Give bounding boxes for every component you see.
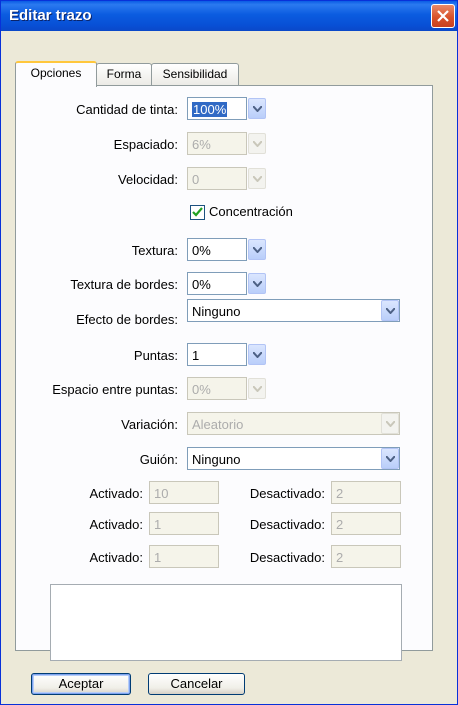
stroke-preview-area — [50, 584, 402, 661]
edge-effect-select[interactable]: Ninguno — [187, 299, 400, 322]
dash-on-field: 10 — [149, 481, 219, 504]
tab-forma[interactable]: Forma — [96, 63, 152, 85]
speed-field: 0 — [187, 167, 247, 190]
edge-texture-dropdown[interactable] — [248, 273, 266, 294]
dash-on-field: 1 — [149, 545, 219, 568]
close-button[interactable] — [431, 4, 455, 28]
dash-off-label: Desactivado: — [249, 550, 325, 565]
concentration-checkbox[interactable] — [190, 205, 205, 220]
ink-amount-dropdown[interactable] — [248, 98, 266, 119]
close-icon — [437, 10, 449, 22]
dash-on-label: Activado: — [89, 517, 143, 532]
tip-spacing-label: Espacio entre puntas: — [52, 382, 178, 397]
edge-texture-label: Textura de bordes: — [70, 277, 178, 292]
tip-spacing-dropdown — [248, 378, 266, 399]
dash-on-label: Activado: — [89, 486, 143, 501]
chevron-down-icon — [253, 176, 262, 182]
dash-off-field: 2 — [331, 481, 401, 504]
dash-select[interactable]: Ninguno — [187, 447, 400, 470]
chevron-down-icon — [253, 247, 262, 253]
chevron-down-icon — [253, 352, 262, 358]
ink-amount-field[interactable]: 100% — [187, 97, 247, 120]
chevron-down-icon — [253, 386, 262, 392]
tip-spacing-field: 0% — [187, 377, 247, 400]
variation-label: Variación: — [121, 417, 178, 432]
dash-off-field: 2 — [331, 545, 401, 568]
window-title: Editar trazo — [9, 7, 92, 24]
accept-button[interactable]: Aceptar — [31, 673, 131, 695]
texture-dropdown[interactable] — [248, 239, 266, 260]
dash-label: Guión: — [139, 452, 178, 467]
texture-field[interactable]: 0% — [187, 238, 247, 261]
variation-dropdown — [381, 413, 399, 434]
concentration-label: Concentración — [209, 204, 293, 219]
spacing-field: 6% — [187, 132, 247, 155]
dash-off-label: Desactivado: — [249, 486, 325, 501]
tips-dropdown[interactable] — [248, 344, 266, 365]
title-bar[interactable]: Editar trazo — [1, 1, 457, 31]
edge-texture-field[interactable]: 0% — [187, 272, 247, 295]
tips-label: Puntas: — [133, 348, 178, 363]
dash-off-label: Desactivado: — [249, 517, 325, 532]
spacing-label: Espaciado: — [113, 137, 178, 152]
chevron-down-icon — [386, 421, 395, 427]
speed-dropdown — [248, 168, 266, 189]
edge-effect-dropdown[interactable] — [381, 300, 399, 321]
dash-on-field: 1 — [149, 512, 219, 535]
chevron-down-icon — [253, 281, 262, 287]
dash-off-field: 2 — [331, 512, 401, 535]
tab-opciones[interactable]: Opciones — [15, 61, 97, 87]
ink-amount-label: Cantidad de tinta: — [76, 102, 178, 117]
chevron-down-icon — [253, 141, 262, 147]
tab-sensibilidad[interactable]: Sensibilidad — [151, 63, 239, 85]
dash-dropdown[interactable] — [381, 448, 399, 469]
chevron-down-icon — [386, 456, 395, 462]
edge-effect-label: Efecto de bordes: — [76, 312, 178, 327]
checkmark-icon — [192, 207, 203, 217]
dash-on-label: Activado: — [89, 550, 143, 565]
spacing-dropdown — [248, 133, 266, 154]
cancel-button[interactable]: Cancelar — [148, 673, 245, 695]
tips-field[interactable]: 1 — [187, 343, 247, 366]
texture-label: Textura: — [131, 243, 178, 258]
dialog-window: Editar trazo Opciones Forma Sensibilidad… — [0, 0, 458, 705]
variation-select: Aleatorio — [187, 412, 400, 435]
chevron-down-icon — [386, 308, 395, 314]
speed-label: Velocidad: — [118, 172, 178, 187]
chevron-down-icon — [253, 106, 262, 112]
